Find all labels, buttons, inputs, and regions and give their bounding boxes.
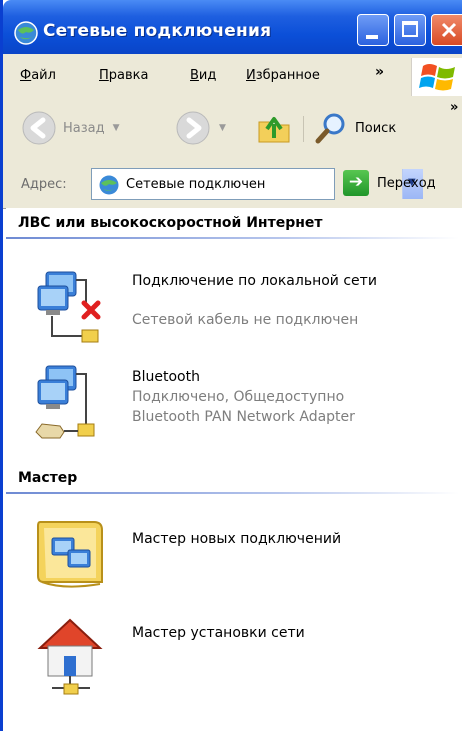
title-bar[interactable]: Сетевые подключения [3,0,462,54]
menu-favorites[interactable]: Избранное [246,68,320,83]
wizard-name: Мастер новых подключений [132,531,342,547]
go-arrow-icon: ➔ [343,170,369,196]
connection-name: Подключение по локальной сети [132,273,377,289]
maximize-button[interactable] [394,14,426,46]
back-dropdown-icon[interactable]: ▼ [113,123,120,133]
back-button[interactable]: Назад ▼ [21,110,120,146]
close-button[interactable] [431,14,462,46]
group-header-wizard: Мастер [18,470,78,486]
menu-file-rest: айл [31,68,56,83]
back-arrow-icon [22,111,56,145]
forward-dropdown-icon[interactable]: ▼ [219,123,226,133]
connection-status: Подключено, Общедоступно [132,389,345,405]
search-icon [315,113,345,144]
wizard-name: Мастер установки сети [132,625,305,641]
toolbar: Назад ▼ ▼ Поиск » [3,96,462,163]
menu-favorites-rest: збранное [255,68,320,83]
forward-arrow-icon [176,111,210,145]
wizard-item-network-setup[interactable]: Мастер установки сети [6,608,446,698]
connection-item-lan[interactable]: Подключение по локальной сети Сетевой ка… [6,258,446,348]
toolbar-separator [303,116,304,142]
connection-status: Сетевой кабель не подключен [132,312,359,328]
lan-disconnected-icon [37,271,101,343]
toolbar-overflow-chevron[interactable]: » [450,100,458,115]
bluetooth-network-icon [35,365,95,439]
address-label: Адрес: [21,177,67,192]
group-divider [6,237,459,239]
minimize-icon [366,35,378,39]
network-connections-icon [99,175,119,195]
menu-view-accel: В [190,68,199,83]
menu-favorites-accel: И [246,68,256,83]
window-title: Сетевые подключения [43,21,272,41]
connection-item-bluetooth[interactable]: Bluetooth Подключено, Общедоступно Bluet… [6,360,446,440]
up-folder-button[interactable] [256,110,292,146]
search-button[interactable]: Поиск [313,110,396,146]
connection-device: Bluetooth PAN Network Adapter [132,409,355,425]
network-setup-wizard-icon [37,618,103,695]
go-button[interactable]: ➔ Переход [343,170,436,196]
menu-view-rest: ид [198,68,217,83]
back-label: Назад [63,120,105,136]
windows-logo-icon [411,58,462,96]
menu-file-accel: Ф [20,68,32,83]
menu-edit[interactable]: Правка [99,68,148,83]
address-value: Сетевые подключен [126,177,266,192]
maximize-icon [402,21,418,37]
folder-up-icon [258,117,290,143]
search-label: Поиск [355,120,397,136]
menu-file[interactable]: Файл [20,68,56,83]
go-label: Переход [377,175,436,191]
forward-button[interactable]: ▼ [175,110,226,146]
new-connection-wizard-icon [37,521,103,588]
group-header-lan: ЛВС или высокоскоростной Интернет [18,215,323,231]
menu-view[interactable]: Вид [190,68,216,83]
minimize-button[interactable] [357,14,389,46]
menu-bar: Файл Правка Вид Избранное » [3,54,462,97]
explorer-window: Сетевые подключения Файл Правка Вид Избр… [0,0,462,731]
connections-pane: ЛВС или высокоскоростной Интернет Подклю… [6,208,462,731]
wizard-item-new-connection[interactable]: Мастер новых подключений [6,508,446,598]
address-input[interactable]: Сетевые подключен ▼ [91,168,423,200]
network-connections-icon [14,21,38,45]
close-icon [441,22,457,38]
menu-edit-accel: П [99,68,109,83]
address-bar: Адрес: Сетевые подключен ▼ ➔ Переход [3,162,462,209]
menu-edit-rest: равка [108,68,149,83]
connection-name: Bluetooth [132,369,200,385]
group-divider [6,492,459,494]
menu-overflow-chevron[interactable]: » [375,64,384,80]
